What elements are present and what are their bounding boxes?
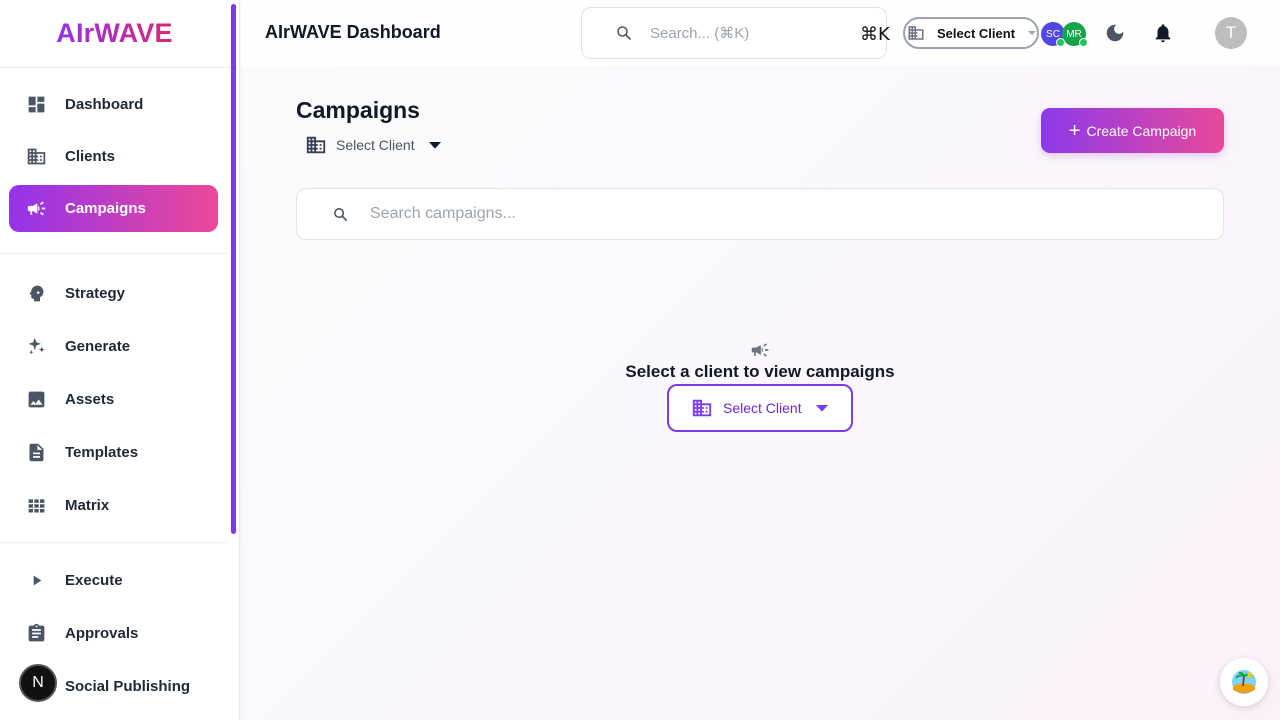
sidebar-item-label: Clients [65, 148, 116, 165]
sidebar-item-templates[interactable]: Templates [9, 428, 218, 477]
online-status-dot [1079, 38, 1088, 47]
play-icon [25, 570, 47, 592]
create-campaign-button[interactable]: + Create Campaign [1041, 108, 1224, 153]
header-client-select[interactable]: Select Client [903, 17, 1039, 49]
assistant-widget-button[interactable] [1220, 658, 1268, 706]
campaigns-client-select[interactable]: Select Client [305, 134, 441, 156]
sidebar-item-campaigns[interactable]: Campaigns [9, 185, 218, 232]
sidebar-item-label: Approvals [65, 625, 139, 642]
topbar: AIrWAVE Dashboard ⌘K Select Client SC MR… [241, 0, 1280, 66]
image-icon [25, 389, 47, 411]
sidebar-item-label: Assets [65, 391, 115, 408]
dark-mode-icon[interactable] [1104, 22, 1126, 44]
sidebar-item-clients[interactable]: Clients [9, 133, 218, 180]
campaign-search-input[interactable] [370, 205, 870, 223]
sidebar-item-label: Execute [65, 572, 123, 589]
global-search[interactable] [581, 7, 887, 59]
sidebar-item-label: Matrix [65, 497, 110, 514]
sidebar-item-matrix[interactable]: Matrix [9, 481, 218, 530]
sidebar-item-approvals[interactable]: Approvals [9, 609, 218, 658]
search-icon [617, 26, 631, 40]
caret-down-icon [428, 142, 441, 149]
user-avatar[interactable]: T [1215, 17, 1247, 49]
dashboard-icon [25, 94, 47, 116]
sidebar-item-assets[interactable]: Assets [9, 375, 218, 424]
building-icon [908, 26, 924, 40]
chevron-down-icon [1028, 31, 1037, 35]
sidebar-item-label: Campaigns [65, 200, 146, 217]
campaign-search[interactable] [296, 188, 1224, 240]
sidebar-item-execute[interactable]: Execute [9, 556, 218, 605]
sidebar-item-label: Strategy [65, 285, 126, 302]
nav-group-workflow: Strategy Generate Assets Templates Matri… [0, 254, 227, 543]
dev-tools-badge[interactable]: N [19, 664, 57, 702]
page-title: Campaigns [296, 97, 420, 123]
empty-state-message: Select a client to view campaigns [625, 362, 895, 381]
notification-bell-icon[interactable] [1152, 21, 1174, 45]
document-icon [25, 442, 47, 464]
island-icon [1232, 670, 1256, 694]
grid-icon [25, 495, 47, 517]
empty-state-client-select[interactable]: Select Client [667, 384, 853, 432]
sparkle-icon [25, 336, 47, 358]
sidebar-item-label: Social Publishing [65, 678, 191, 695]
caret-down-icon [815, 405, 828, 412]
building-icon [692, 399, 712, 417]
global-search-input[interactable] [650, 24, 830, 42]
building-icon [306, 136, 326, 154]
megaphone-icon [25, 198, 47, 220]
empty-state-client-select-label: Select Client [723, 400, 802, 416]
clipboard-icon [25, 623, 47, 645]
online-status-dot [1056, 38, 1065, 47]
avatar-initials: MR [1066, 28, 1082, 40]
sidebar-item-label: Dashboard [65, 96, 144, 113]
sidebar-scrollbar[interactable] [231, 4, 236, 534]
sidebar: AIrWAVE Dashboard Clients Campaigns Stra… [0, 0, 240, 720]
sidebar-item-label: Generate [65, 338, 131, 355]
page-heading: AIrWAVE Dashboard [265, 22, 441, 42]
search-icon [334, 207, 348, 221]
brand-name: AIrWAVE [56, 18, 173, 48]
sidebar-item-generate[interactable]: Generate [9, 322, 218, 371]
psychology-icon [25, 283, 47, 305]
nav-group-main: Dashboard Clients Campaigns [0, 68, 227, 254]
sidebar-item-dashboard[interactable]: Dashboard [9, 81, 218, 128]
campaigns-client-select-label: Select Client [336, 137, 415, 153]
header-client-select-label: Select Client [937, 25, 1016, 41]
brand-logo[interactable]: AIrWAVE [0, 0, 239, 68]
building-icon [25, 146, 47, 168]
sidebar-item-label: Templates [65, 444, 139, 461]
sidebar-item-strategy[interactable]: Strategy [9, 269, 218, 318]
shortcut-hint: ⌘K [860, 24, 890, 45]
megaphone-icon [751, 343, 769, 357]
create-campaign-label: Create Campaign [1086, 122, 1197, 139]
plus-icon: + [1068, 119, 1081, 142]
